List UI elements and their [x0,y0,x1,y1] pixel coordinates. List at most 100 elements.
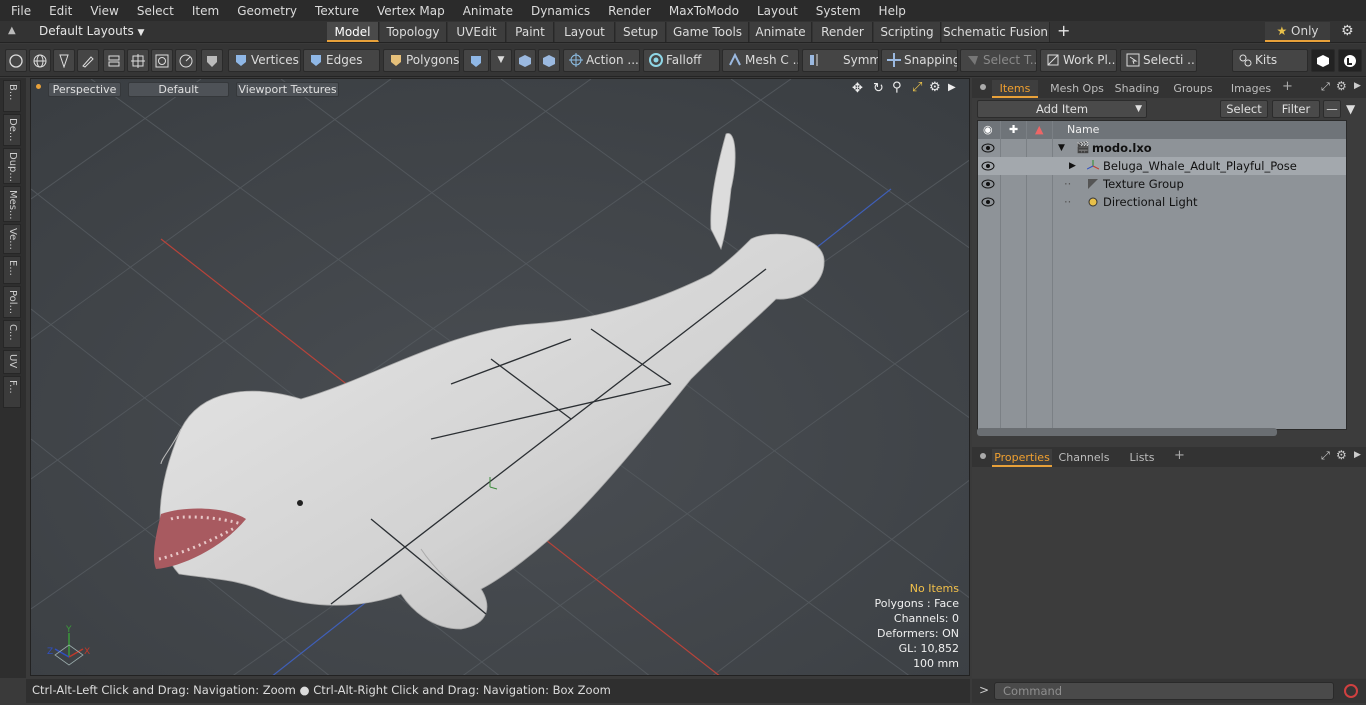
unreal-button[interactable] [1338,49,1362,72]
menu-select[interactable]: Select [126,4,181,18]
tool-globe[interactable] [29,49,51,72]
left-tab-basic[interactable]: B... [3,80,21,112]
item-row-scene[interactable]: ▼ 🎬 modo.lxo [978,139,1346,157]
mesh-constraint-button[interactable]: Mesh C ... [722,49,799,72]
menu-layout[interactable]: Layout [746,4,805,18]
tool-center[interactable] [127,49,149,72]
eye-icon[interactable] [981,179,995,189]
tool-brush[interactable] [77,49,99,72]
funnel-icon[interactable]: ▼ [1346,102,1355,116]
menu-item[interactable]: Item [181,4,226,18]
visibility-column-icon[interactable]: ◉ [983,121,993,139]
add-panel-tab-button[interactable]: + [1174,448,1185,463]
add-item-dropdown[interactable]: Add Item ▼ [977,100,1147,118]
panel-dot-icon[interactable] [980,84,986,90]
expand-arrow-icon[interactable]: ▼ [1058,139,1065,157]
item-row-texture-group[interactable]: ·· Texture Group [978,175,1346,193]
tab-shading[interactable]: Shading [1110,80,1164,98]
tab-setup[interactable]: Setup [616,22,666,42]
rotate-view-icon[interactable]: ↻ [873,81,884,96]
panel-settings-icon[interactable]: ⚙ [1336,79,1347,93]
menu-dynamics[interactable]: Dynamics [520,4,597,18]
move-view-icon[interactable]: ✥ [852,81,863,96]
command-input[interactable]: Command [994,682,1334,700]
menu-system[interactable]: System [805,4,868,18]
tab-groups[interactable]: Groups [1168,80,1218,98]
eye-icon[interactable] [981,143,995,153]
viewport-textures-button[interactable]: Viewport Textures [236,82,339,97]
left-tab-fusion[interactable]: F... [3,376,21,408]
polygons-button[interactable]: Polygons [383,49,460,72]
menu-maxtomodo[interactable]: MaxToModo [658,4,746,18]
menu-vertex-map[interactable]: Vertex Map [366,4,452,18]
view-type-button[interactable]: Perspective [48,82,121,97]
work-plane-button[interactable]: Work Pl... [1040,49,1117,72]
tool-shield[interactable] [201,49,223,72]
3d-viewport[interactable]: Y X Z Perspective Default Viewport Textu… [30,78,970,676]
left-tab-curve[interactable]: C... [3,320,21,348]
tab-items[interactable]: Items [992,80,1038,98]
menu-texture[interactable]: Texture [304,4,366,18]
mode-dropdown[interactable]: ▼ [490,49,512,72]
gear-icon[interactable]: ⚙ [1341,23,1354,39]
unity-button[interactable] [1311,49,1335,72]
tab-animate[interactable]: Animate [750,22,812,42]
select-button[interactable]: Select [1220,100,1268,118]
zoom-view-icon[interactable]: ⚲ [892,80,902,95]
tool-gauge[interactable] [175,49,197,72]
viewport-expand-icon[interactable]: ▶ [948,82,956,93]
menu-geometry[interactable]: Geometry [226,4,304,18]
tab-properties[interactable]: Properties [992,449,1052,467]
left-tab-polygon[interactable]: Pol... [3,286,21,318]
tab-images[interactable]: Images [1226,80,1276,98]
axis-column-icon[interactable]: ▲ [1035,121,1043,139]
item-list[interactable]: ◉ ✚ ▲ Name ▼ 🎬 modo.lxo ▶ Beluga_Whale_A… [977,120,1347,430]
filter-button[interactable]: Filter [1272,100,1320,118]
menu-render[interactable]: Render [597,4,658,18]
left-tab-edge[interactable]: E... [3,256,21,284]
left-tab-deform[interactable]: De... [3,114,21,146]
item-list-scrollbar[interactable] [977,428,1277,436]
left-tab-uv[interactable]: UV [3,350,21,374]
add-panel-tab-button[interactable]: + [1282,79,1293,94]
layout-dropdown[interactable]: Default Layouts ▼ [39,24,144,38]
menu-animate[interactable]: Animate [452,4,520,18]
collapse-button[interactable]: — [1323,100,1341,118]
tab-schematic-fusion[interactable]: Schematic Fusion [942,22,1050,42]
tab-render[interactable]: Render [813,22,873,42]
vertices-button[interactable]: Vertices [228,49,301,72]
menu-view[interactable]: View [79,4,125,18]
tab-channels[interactable]: Channels [1056,449,1112,467]
tab-mesh-ops[interactable]: Mesh Ops [1046,80,1108,98]
item-row-light[interactable]: ·· Directional Light [978,193,1346,211]
tab-game-tools[interactable]: Game Tools [667,22,749,42]
falloff-button[interactable]: Falloff [643,49,720,72]
edges-button[interactable]: Edges [303,49,380,72]
lock-column-icon[interactable]: ✚ [1009,121,1018,139]
fit-view-icon[interactable]: ⤢ [912,80,922,95]
left-tab-duplicate[interactable]: Dup... [3,148,21,184]
panel-settings-icon[interactable]: ⚙ [1336,448,1347,462]
panel-arrow-icon[interactable]: ▶ [1354,81,1361,91]
eye-icon[interactable] [981,197,995,207]
only-toggle[interactable]: ★ Only [1265,22,1330,42]
tab-topology[interactable]: Topology [380,22,447,42]
select-through-button[interactable]: Select T... [960,49,1037,72]
name-column-header[interactable]: Name [1067,121,1099,139]
symmetry-button[interactable]: Symm ... [802,49,879,72]
tab-layout[interactable]: Layout [555,22,615,42]
left-tab-vertex[interactable]: Ve... [3,224,21,254]
add-tab-button[interactable]: + [1057,21,1070,40]
kits-button[interactable]: Kits [1232,49,1308,72]
panel-dot-icon[interactable] [980,453,986,459]
menu-edit[interactable]: Edit [38,4,79,18]
tool-sym-b[interactable] [538,49,560,72]
viewport-scene[interactable]: Y X Z [31,79,970,676]
eye-icon[interactable] [981,161,995,171]
viewport-dot-icon[interactable] [36,84,41,89]
tool-sym-a[interactable] [514,49,536,72]
tool-pen[interactable] [53,49,75,72]
menu-help[interactable]: Help [868,4,913,18]
collapse-arrow-icon[interactable]: ▶ [1069,157,1076,175]
menu-file[interactable]: File [0,4,38,18]
